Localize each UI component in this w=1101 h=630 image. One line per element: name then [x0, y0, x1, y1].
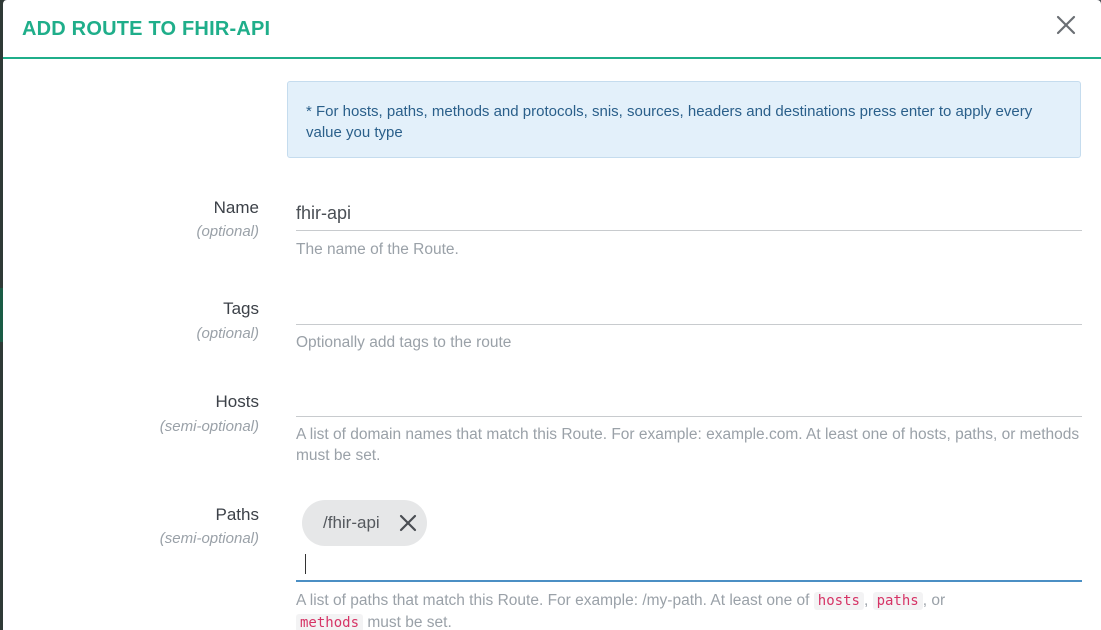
info-alert-text: * For hosts, paths, methods and protocol…	[306, 103, 1033, 141]
path-chip-remove-button[interactable]	[398, 513, 418, 533]
hosts-label: Hosts	[215, 392, 259, 411]
name-input[interactable]	[296, 196, 1082, 231]
paths-help-separator: , or	[922, 592, 946, 609]
close-icon	[399, 514, 417, 532]
tags-optional-hint: (optional)	[196, 325, 259, 342]
paths-semi-optional-hint: (semi-optional)	[159, 530, 259, 547]
code-methods: methods	[296, 614, 364, 630]
hosts-input[interactable]	[296, 382, 1082, 417]
paths-help-separator: ,	[863, 592, 869, 609]
paths-input[interactable]	[296, 548, 1082, 582]
paths-label: Paths	[215, 505, 259, 524]
info-alert: * For hosts, paths, methods and protocol…	[287, 81, 1081, 158]
hosts-semi-optional-hint: (semi-optional)	[159, 418, 259, 435]
name-label: Name	[213, 198, 259, 217]
tags-input[interactable]	[296, 290, 1082, 325]
tags-label: Tags	[223, 299, 259, 318]
tags-help: Optionally add tags to the route	[296, 334, 512, 351]
paths-help-text: A list of paths that match this Route. F…	[296, 592, 810, 609]
modal-title: ADD ROUTE TO FHIR-API	[22, 18, 271, 40]
paths-help: A list of paths that match this Route. F…	[296, 590, 1086, 630]
name-help: The name of the Route.	[296, 241, 459, 258]
code-hosts: hosts	[813, 592, 864, 610]
name-optional-hint: (optional)	[196, 223, 259, 240]
modal-header: ADD ROUTE TO FHIR-API	[3, 0, 1101, 59]
path-chip: /fhir-api	[302, 500, 427, 546]
path-chip-label: /fhir-api	[323, 513, 380, 532]
close-icon	[1056, 15, 1076, 35]
hosts-help: A list of domain names that match this R…	[296, 426, 1080, 464]
add-route-modal: ADD ROUTE TO FHIR-API * For hosts, paths…	[3, 0, 1101, 630]
close-button[interactable]	[1053, 12, 1079, 38]
text-caret	[305, 554, 306, 574]
code-paths: paths	[872, 592, 923, 610]
paths-help-suffix: must be set.	[367, 614, 452, 630]
